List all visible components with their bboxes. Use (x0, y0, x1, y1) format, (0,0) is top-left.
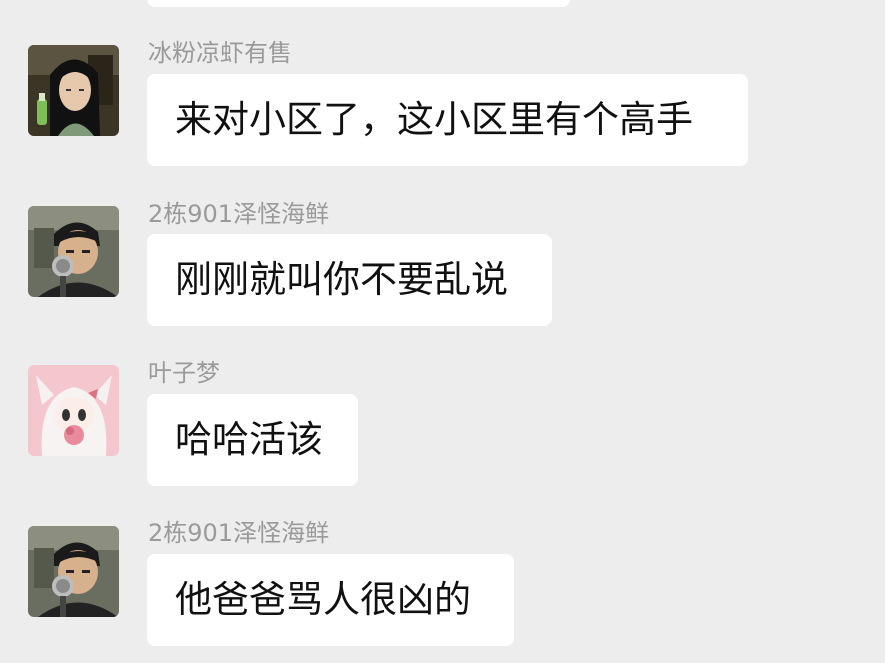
message-bubble[interactable]: 哈哈活该 (147, 394, 358, 486)
message-bubble[interactable]: 来对小区了，这小区里有个高手 (147, 74, 748, 166)
man-microphone-avatar-icon[interactable] (28, 206, 119, 297)
previous-message-bubble[interactable] (147, 0, 570, 7)
sender-name: 叶子梦 (148, 359, 220, 387)
chibi-girl-avatar-icon[interactable] (28, 365, 119, 456)
message-bubble[interactable]: 他爸爸骂人很凶的 (147, 554, 514, 646)
man-microphone-avatar-icon[interactable] (28, 526, 119, 617)
message-bubble[interactable]: 刚刚就叫你不要乱说 (147, 234, 552, 326)
sender-name: 冰粉凉虾有售 (148, 39, 292, 67)
anime-girl-avatar-icon[interactable] (28, 45, 119, 136)
sender-name: 2栋901泽怪海鲜 (148, 200, 330, 228)
sender-name: 2栋901泽怪海鲜 (148, 519, 330, 547)
